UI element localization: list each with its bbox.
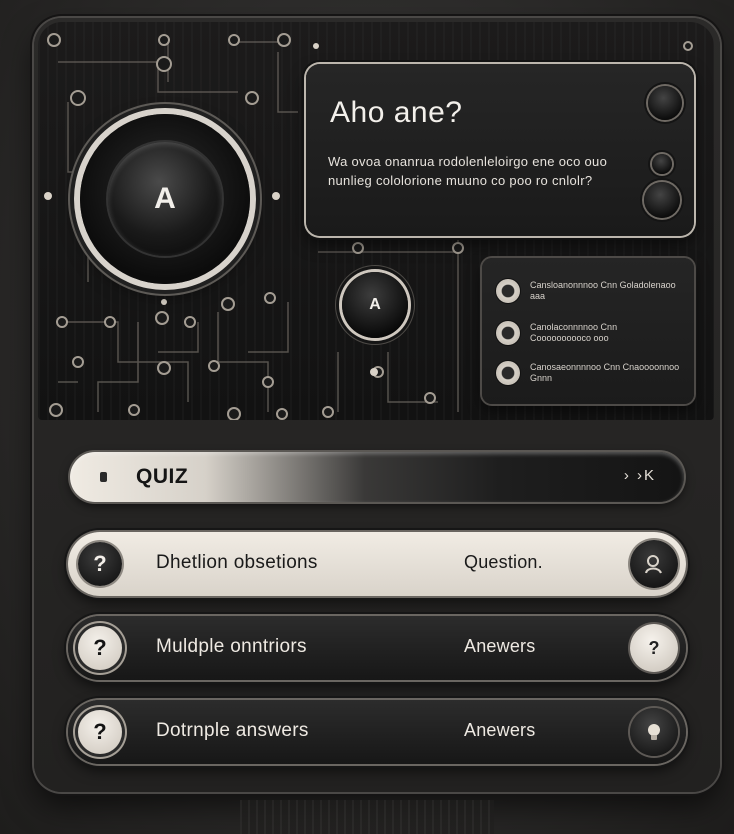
main-dial-letter: A bbox=[108, 142, 222, 256]
option-item[interactable]: Cansloanonnnoo Cnn Goladolenaoo aaa bbox=[496, 276, 680, 306]
quiz-search-bar[interactable]: QUIZ › ›K bbox=[70, 452, 684, 502]
option-item[interactable]: Canosaeonnnnoo Cnn Cnaoooonnoo Gnnn bbox=[496, 358, 680, 388]
question-mark-icon: ? bbox=[78, 626, 122, 670]
option-radio-icon[interactable] bbox=[496, 279, 520, 303]
forward-icon[interactable]: › ›K bbox=[624, 467, 656, 484]
lightbulb-glyph-icon bbox=[648, 724, 660, 740]
option-text: Canolaconnnnoo Cnn Coooooooooco ooo bbox=[530, 322, 618, 343]
option-radio-icon[interactable] bbox=[496, 321, 520, 345]
quiz-device: A A Aho ane? Wa ovoa onanrua rodolenlelo… bbox=[34, 18, 720, 792]
option-item[interactable]: Canolaconnnnoo Cnn Coooooooooco ooo bbox=[496, 318, 680, 348]
answer-type: Anewers bbox=[464, 720, 536, 740]
answer-row-3[interactable]: ? Dotrnple answers Anewers bbox=[68, 700, 686, 764]
search-label: QUIZ bbox=[136, 465, 189, 488]
secondary-dial[interactable]: A bbox=[342, 272, 408, 338]
option-text: Canosaeonnnnoo Cnn Cnaoooonnoo Gnnn bbox=[530, 362, 680, 383]
stand-base bbox=[240, 800, 494, 834]
help-icon[interactable]: ? bbox=[630, 624, 678, 672]
answer-type: Question. bbox=[464, 552, 543, 572]
answer-row-1[interactable]: ? Dhetlion obsetions Question. bbox=[68, 532, 686, 596]
question-mark-icon: ? bbox=[78, 710, 122, 754]
option-text: Cansloanonnnoo Cnn Goladolenaoo aaa bbox=[530, 280, 676, 301]
question-text: Wa ovoa onanrua rodolenleloirgo ene oco … bbox=[328, 154, 608, 188]
search-cursor-icon bbox=[100, 472, 107, 482]
answer-label: Dotrnple answers bbox=[156, 720, 309, 741]
main-dial[interactable]: A bbox=[80, 114, 250, 284]
question-title: Aho ane? bbox=[330, 96, 463, 129]
answer-row-2[interactable]: ? Muldple onntriors Anewers ? bbox=[68, 616, 686, 680]
user-glyph-icon bbox=[645, 555, 662, 574]
options-card: Cansloanonnnoo Cnn Goladolenaoo aaa Cano… bbox=[482, 258, 694, 404]
circuit-panel: A A Aho ane? Wa ovoa onanrua rodolenlelo… bbox=[38, 22, 714, 420]
answer-label: Muldple onntriors bbox=[156, 636, 307, 657]
user-icon[interactable] bbox=[630, 540, 678, 588]
question-card: Aho ane? Wa ovoa onanrua rodolenleloirgo… bbox=[306, 64, 694, 236]
card-knob-small-icon[interactable] bbox=[652, 154, 672, 174]
lightbulb-icon[interactable] bbox=[630, 708, 678, 756]
answer-label: Dhetlion obsetions bbox=[156, 552, 318, 573]
question-mark-icon: ? bbox=[78, 542, 122, 586]
card-knob-bottom-icon[interactable] bbox=[644, 182, 680, 218]
answer-type: Anewers bbox=[464, 636, 536, 656]
card-knob-top-icon[interactable] bbox=[648, 86, 682, 120]
option-radio-icon[interactable] bbox=[496, 361, 520, 385]
